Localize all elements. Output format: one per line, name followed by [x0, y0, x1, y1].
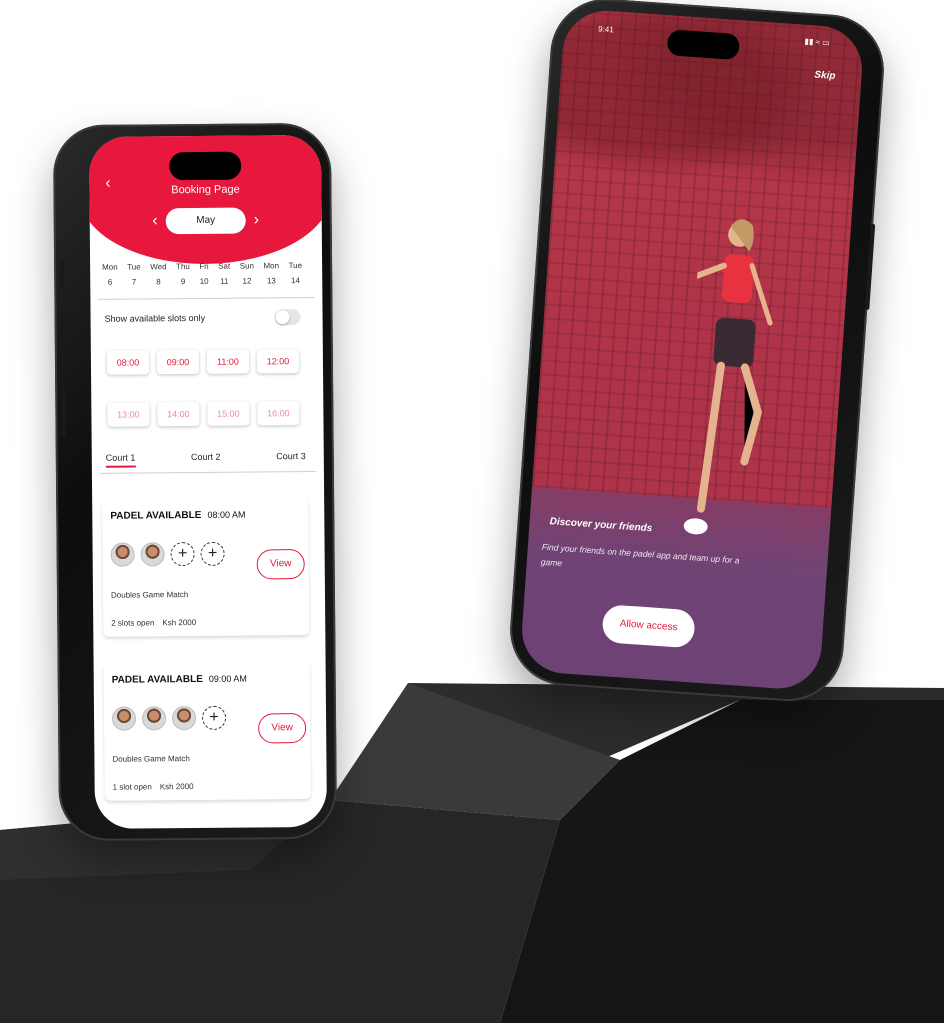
- onboarding-phone: 9:41 ▮▮ ≈ ▭ Skip Discover your friends F…: [506, 0, 888, 705]
- month-pill[interactable]: May: [165, 207, 246, 235]
- day-name: Tue: [288, 261, 303, 271]
- avatar: [110, 542, 135, 567]
- price: Ksh 2000: [159, 782, 194, 792]
- slots-open: 1 slot open: [112, 782, 152, 792]
- status-time: 9:41: [597, 24, 615, 35]
- game-type: Doubles Game Match: [112, 754, 190, 764]
- player-list: + +: [110, 541, 225, 567]
- day-name: Wed: [150, 262, 167, 272]
- day-number: 8: [156, 277, 161, 287]
- divider: [99, 470, 316, 474]
- add-player-icon[interactable]: +: [201, 705, 227, 730]
- time-slot[interactable]: 13:00: [107, 402, 150, 427]
- day-number: 10: [199, 276, 209, 286]
- day-number: 12: [242, 276, 252, 286]
- time-slot[interactable]: 15:00: [207, 401, 250, 426]
- time-slot[interactable]: 09:00: [156, 349, 200, 375]
- match-title-text: PADEL AVAILABLE: [111, 673, 203, 686]
- avatar: [111, 706, 137, 731]
- match-title: PADEL AVAILABLE 08:00 AM: [110, 510, 245, 522]
- day-name: Sun: [239, 261, 255, 271]
- day-number: 11: [220, 276, 229, 286]
- avatar: [171, 706, 197, 731]
- time-slot[interactable]: 12:00: [256, 349, 300, 374]
- time-slot[interactable]: 08:00: [106, 350, 150, 375]
- day-name: Fri: [199, 261, 209, 271]
- avatar: [140, 542, 165, 567]
- day-number: 9: [180, 277, 186, 287]
- day-number: 14: [290, 276, 300, 286]
- chevron-right-icon[interactable]: ›: [254, 211, 259, 228]
- day-item[interactable]: Tue 7: [127, 262, 141, 286]
- match-title-text: PADEL AVAILABLE: [110, 509, 202, 522]
- signal-wifi-battery-icon: ▮▮ ≈ ▭: [804, 36, 831, 48]
- chevron-left-icon[interactable]: ‹: [152, 212, 157, 229]
- day-number: 13: [266, 276, 276, 286]
- match-card[interactable]: PADEL AVAILABLE 09:00 AM + View Doubles G…: [103, 661, 311, 801]
- match-time: 08:00 AM: [207, 509, 246, 520]
- day-name: Thu: [176, 262, 190, 272]
- match-footer: 1 slot open Ksh 2000: [113, 782, 194, 792]
- day-name: Sat: [218, 261, 231, 271]
- day-item[interactable]: Mon 6: [102, 263, 118, 287]
- time-slots-row-2: 13:00 14:00 15:00 16:00: [107, 401, 300, 427]
- booking-phone: ‹ Booking Page ‹ May › Mon 6 Tue 7 Wed 8 Th…: [52, 122, 338, 842]
- add-player-icon[interactable]: +: [170, 542, 195, 567]
- day-name: Tue: [127, 262, 141, 272]
- view-button[interactable]: View: [258, 713, 307, 744]
- time-slot[interactable]: 11:00: [206, 349, 250, 374]
- volume-down-button: [61, 381, 66, 438]
- available-slots-row: Show available slots only: [105, 309, 301, 327]
- day-strip: Mon 6 Tue 7 Wed 8 Thu 9 Fri 10 Sat 11 Sun 12 Mo…: [102, 261, 302, 287]
- booking-screen: ‹ Booking Page ‹ May › Mon 6 Tue 7 Wed 8 Th…: [88, 134, 328, 829]
- day-item[interactable]: Fri 10: [199, 262, 209, 286]
- player-list: +: [111, 705, 227, 731]
- slots-open: 2 slots open: [111, 618, 155, 628]
- onboarding-screen: 9:41 ▮▮ ≈ ▭ Skip Discover your friends F…: [519, 7, 865, 692]
- game-type: Doubles Game Match: [110, 590, 189, 600]
- tab-court-3[interactable]: Court 3: [276, 451, 306, 461]
- dynamic-island: [169, 151, 242, 181]
- day-name: Mon: [263, 261, 280, 271]
- day-item[interactable]: Sat 11: [218, 262, 230, 286]
- volume-up-button: [60, 311, 65, 368]
- match-title: PADEL AVAILABLE 09:00 AM: [112, 674, 247, 686]
- match-time: 09:00 AM: [208, 673, 247, 684]
- court-tabs: Court 1 Court 2 Court 3: [106, 451, 306, 463]
- skip-button[interactable]: Skip: [814, 70, 836, 82]
- day-item[interactable]: Wed 8: [150, 262, 167, 286]
- day-item[interactable]: Tue 14: [289, 261, 303, 285]
- view-button[interactable]: View: [256, 549, 305, 580]
- day-number: 7: [131, 277, 137, 287]
- day-item[interactable]: Mon 13: [263, 261, 279, 285]
- add-player-icon[interactable]: +: [200, 541, 225, 566]
- day-number: 6: [107, 277, 113, 287]
- available-slots-label: Show available slots only: [104, 312, 206, 324]
- tab-court-2[interactable]: Court 2: [191, 452, 221, 462]
- mute-switch: [60, 261, 65, 290]
- allow-access-button[interactable]: Allow access: [601, 604, 696, 649]
- time-slots-row-1: 08:00 09:00 11:00 12:00: [106, 349, 300, 375]
- time-slot[interactable]: 16:00: [257, 401, 300, 426]
- page-title: Booking Page: [171, 183, 240, 197]
- day-name: Mon: [102, 262, 118, 272]
- available-slots-toggle[interactable]: [274, 309, 301, 326]
- dynamic-island: [666, 29, 741, 61]
- day-item[interactable]: Thu 9: [176, 262, 190, 286]
- tab-court-1[interactable]: Court 1: [106, 453, 136, 463]
- month-selector: ‹ May ›: [90, 207, 322, 235]
- avatar: [141, 706, 167, 731]
- match-footer: 2 slots open Ksh 2000: [111, 618, 196, 628]
- day-item[interactable]: Sun 12: [240, 261, 254, 285]
- match-card[interactable]: PADEL AVAILABLE 08:00 AM + + View Doubles…: [102, 497, 310, 637]
- divider: [98, 296, 315, 300]
- time-slot[interactable]: 14:00: [157, 401, 200, 427]
- price: Ksh 2000: [162, 617, 197, 628]
